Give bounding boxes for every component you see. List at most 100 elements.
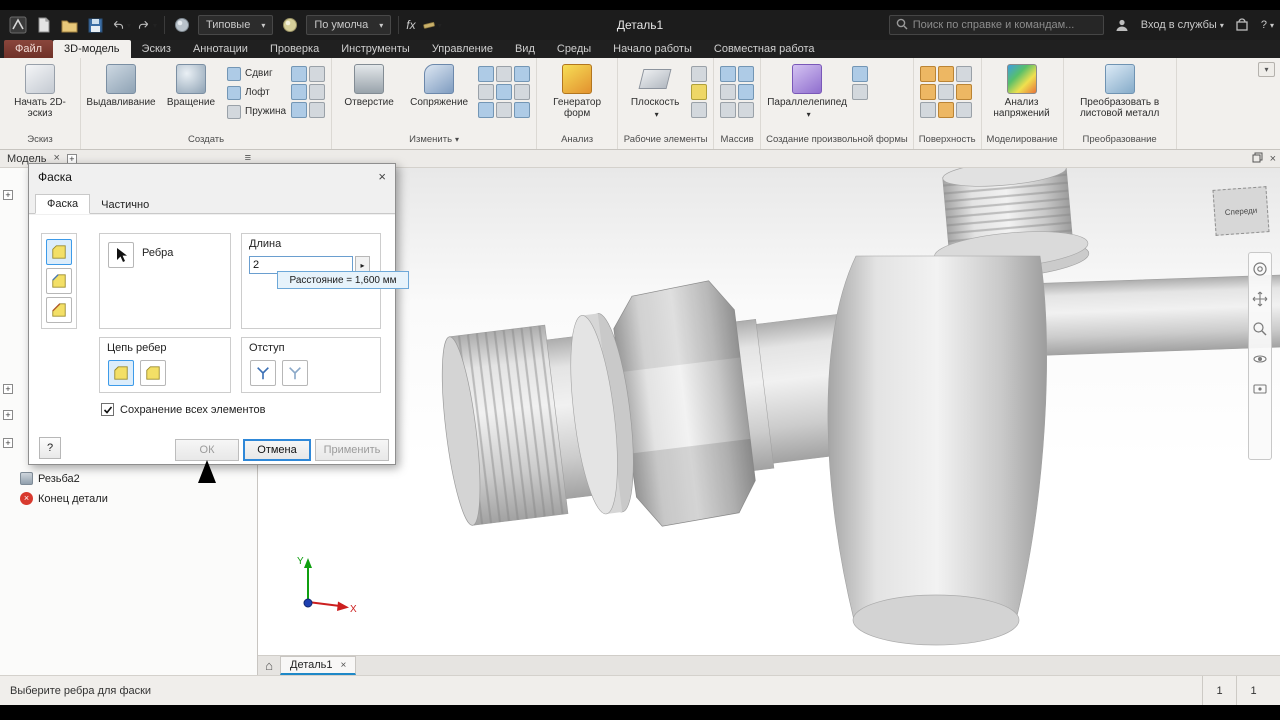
appearance-icon[interactable] xyxy=(280,16,299,35)
mirror-icon[interactable] xyxy=(720,84,737,100)
hole-button[interactable]: Отверстие xyxy=(338,62,400,108)
sculpt-icon[interactable] xyxy=(919,84,936,100)
chamfer-icon[interactable] xyxy=(478,66,495,82)
store-icon[interactable] xyxy=(1233,16,1252,35)
dialog-help-button[interactable]: ? xyxy=(39,437,61,459)
select-edges-button[interactable] xyxy=(108,242,134,268)
sign-in-button[interactable]: Вход в службы xyxy=(1141,19,1224,31)
material-style-dropdown[interactable]: Типовые xyxy=(198,15,274,35)
close-tab-icon[interactable] xyxy=(341,660,347,671)
chain-edges-button[interactable] xyxy=(108,360,134,386)
ucs-icon[interactable] xyxy=(691,102,708,118)
tree-expand-icon[interactable] xyxy=(3,438,13,448)
tab-annotations[interactable]: Аннотации xyxy=(182,40,259,58)
unwrap-icon[interactable] xyxy=(291,102,308,118)
redo-icon[interactable] xyxy=(138,16,157,35)
open-folder-icon[interactable] xyxy=(60,16,79,35)
parameters-fx-button[interactable]: fx xyxy=(406,18,415,32)
dialog-tab-chamfer[interactable]: Фаска xyxy=(35,194,91,214)
dialog-close-icon[interactable] xyxy=(378,170,386,183)
material-icon[interactable] xyxy=(172,16,191,35)
tab-collaborate[interactable]: Совместная работа xyxy=(703,40,826,58)
help-search-box[interactable] xyxy=(888,15,1104,35)
rectangular-pattern-icon[interactable] xyxy=(720,66,737,82)
orbit-icon[interactable] xyxy=(1252,351,1268,370)
help-menu-button[interactable]: ? xyxy=(1261,19,1274,31)
point-icon[interactable] xyxy=(691,84,708,100)
pattern-extra-icon[interactable] xyxy=(720,102,737,118)
shape-generator-button[interactable]: Генератор форм xyxy=(543,62,611,119)
move-body-icon[interactable] xyxy=(514,102,531,118)
apply-button[interactable]: Применить xyxy=(315,439,389,461)
browser-add-icon[interactable] xyxy=(66,153,77,164)
extrude-button[interactable]: Выдавливание xyxy=(86,62,156,108)
tab-tools[interactable]: Инструменты xyxy=(330,40,421,58)
full-navigation-wheel-icon[interactable] xyxy=(1252,261,1268,280)
axis-icon[interactable] xyxy=(691,66,708,82)
chamfer-two-distances-mode-button[interactable] xyxy=(46,297,72,323)
derive-icon[interactable] xyxy=(309,66,326,82)
tree-expand-icon[interactable] xyxy=(3,384,13,394)
trim-icon[interactable] xyxy=(955,66,972,82)
single-edge-button[interactable] xyxy=(140,360,166,386)
tab-environments[interactable]: Среды xyxy=(546,40,602,58)
import-icon[interactable] xyxy=(309,102,326,118)
plane-button[interactable]: Плоскость xyxy=(624,62,686,120)
group-label-modify[interactable]: Изменить xyxy=(335,134,533,149)
dialog-titlebar[interactable]: Фаска xyxy=(29,164,395,190)
surface-extra3-icon[interactable] xyxy=(955,102,972,118)
loft-button[interactable]: Лофт xyxy=(227,84,286,101)
convert-sheet-metal-button[interactable]: Преобразовать в листовой металл xyxy=(1070,62,1170,119)
surface-extra-icon[interactable] xyxy=(919,102,936,118)
chamfer-distance-mode-button[interactable] xyxy=(46,239,72,265)
thicken-icon[interactable] xyxy=(514,84,531,100)
restore-window-icon[interactable] xyxy=(1252,152,1263,166)
tab-view[interactable]: Вид xyxy=(504,40,546,58)
sweep-button[interactable]: Сдвиг xyxy=(227,65,286,82)
coil-button[interactable]: Пружина xyxy=(227,103,286,120)
tab-inspect[interactable]: Проверка xyxy=(259,40,330,58)
look-at-icon[interactable] xyxy=(1252,381,1268,400)
freeform-extra-icon[interactable] xyxy=(852,66,869,82)
viewcube[interactable]: Спереди xyxy=(1212,186,1270,236)
shell-icon[interactable] xyxy=(496,66,513,82)
pattern-extra2-icon[interactable] xyxy=(738,102,755,118)
zoom-icon[interactable] xyxy=(1252,321,1268,340)
patch-icon[interactable] xyxy=(937,66,954,82)
undo-icon[interactable] xyxy=(112,16,131,35)
pan-icon[interactable] xyxy=(1252,291,1268,310)
combine-icon[interactable] xyxy=(496,84,513,100)
search-input[interactable] xyxy=(912,19,1097,31)
cancel-button[interactable]: Отмена xyxy=(243,439,311,461)
preserve-features-checkbox[interactable]: Сохранение всех элементов xyxy=(101,403,265,416)
tab-manage[interactable]: Управление xyxy=(421,40,504,58)
surface-extra2-icon[interactable] xyxy=(937,102,954,118)
document-tab[interactable]: Деталь1 xyxy=(280,656,357,675)
freeform-extra2-icon[interactable] xyxy=(852,84,869,100)
ok-button[interactable]: ОК xyxy=(175,439,239,461)
setback-off-button[interactable] xyxy=(282,360,308,386)
stress-analysis-button[interactable]: Анализ напряжений xyxy=(988,62,1056,119)
rib-icon[interactable] xyxy=(291,84,308,100)
tree-item-end-of-part[interactable]: Конец детали xyxy=(20,492,108,505)
tab-sketch[interactable]: Эскиз xyxy=(131,40,182,58)
sketch-pattern-icon[interactable] xyxy=(738,84,755,100)
stitch-icon[interactable] xyxy=(919,66,936,82)
measure-icon[interactable] xyxy=(422,16,442,35)
setback-on-button[interactable] xyxy=(250,360,276,386)
dialog-tab-partial[interactable]: Частично xyxy=(90,196,160,214)
split-icon[interactable] xyxy=(478,102,495,118)
extend-icon[interactable] xyxy=(937,84,954,100)
chamfer-distance-angle-mode-button[interactable] xyxy=(46,268,72,294)
ruled-surface-icon[interactable] xyxy=(955,84,972,100)
decal-icon[interactable] xyxy=(309,84,326,100)
circular-pattern-icon[interactable] xyxy=(738,66,755,82)
revolve-button[interactable]: Вращение xyxy=(160,62,222,108)
tab-get-started[interactable]: Начало работы xyxy=(602,40,703,58)
part-model[interactable] xyxy=(258,168,1280,655)
thread-icon[interactable] xyxy=(478,84,495,100)
fillet-button[interactable]: Сопряжение xyxy=(405,62,473,108)
tree-item-thread[interactable]: Резьба2 xyxy=(20,472,80,485)
ribbon-options-button[interactable] xyxy=(1258,62,1275,77)
draft-icon[interactable] xyxy=(514,66,531,82)
